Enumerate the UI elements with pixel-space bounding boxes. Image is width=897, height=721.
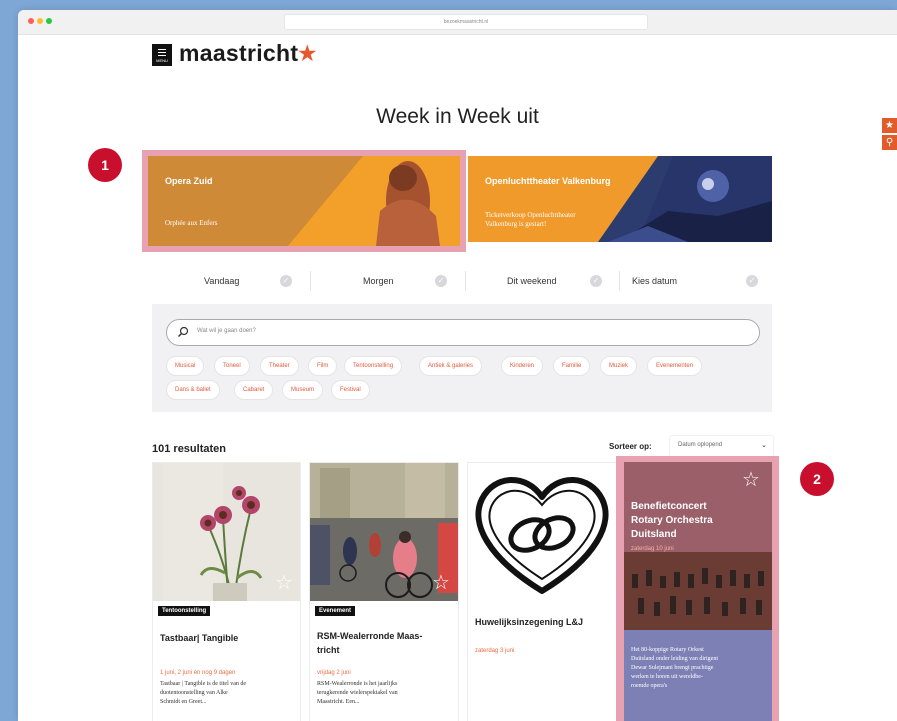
banner-subtitle-line2: Valkenburg is gestart! — [485, 220, 547, 228]
category-chip-theater[interactable]: Theater — [260, 356, 299, 376]
card-date: zaterdag 3 juni — [475, 648, 515, 654]
card-description-line2: Duitsland onder leiding van dirigent — [631, 656, 718, 662]
search-icon — [178, 326, 189, 337]
chevron-down-icon: ⌄ — [761, 442, 767, 449]
category-chip-museum[interactable]: Museum — [282, 380, 324, 400]
sort-value: Datum oplopend — [678, 442, 723, 448]
card-title-line2[interactable]: Rotary Orchestra — [631, 514, 713, 527]
banner-image — [148, 156, 460, 246]
browser-toolbar: bezoekmaastricht.nl — [18, 10, 897, 35]
sort-label: Sorteer op: — [609, 442, 652, 451]
annotation-badge-1: 1 — [88, 148, 122, 182]
site-logo[interactable]: maastricht — [179, 40, 298, 67]
maximize-window-button[interactable] — [46, 18, 52, 24]
logo-star-icon: ★ — [297, 40, 318, 66]
filter-tab-dit-weekend[interactable]: Dit weekend — [507, 276, 557, 286]
event-card[interactable]: Huwelijksinzegening L&J zaterdag 3 juni — [467, 462, 617, 721]
menu-button[interactable]: MENU — [152, 44, 172, 66]
banner-subtitle-line1: Ticketverkoop Openluchttheater — [485, 211, 576, 219]
card-description-line2: duotentoonstelling van Alke — [160, 690, 228, 696]
card-description-line3: Dewar Sulejmani brengt prachtige — [631, 665, 714, 671]
category-chip-cabaret[interactable]: Cabaret — [234, 380, 274, 400]
hamburger-icon — [158, 49, 166, 50]
category-chip-toneel[interactable]: Toneel — [214, 356, 250, 376]
card-title-line1[interactable]: RSM-Wealerronde Maas- — [317, 630, 422, 643]
category-chip-festival[interactable]: Festival — [331, 380, 370, 400]
card-category-badge: Tentoonstelling — [158, 606, 211, 616]
check-icon[interactable]: ✓ — [280, 275, 292, 287]
card-description-line5: roemde opera's — [631, 683, 668, 689]
sort-select[interactable]: Datum oplopend ⌄ — [669, 435, 774, 458]
divider — [310, 271, 311, 291]
card-title[interactable]: Tastbaar| Tangible — [160, 632, 238, 645]
category-chip-kinderen[interactable]: Kinderen — [501, 356, 544, 376]
banner-title: Opera Zuid — [165, 176, 213, 186]
card-description-line1: Tastbaar | Tangible is de titel van de — [160, 681, 247, 687]
card-image: ☆ — [153, 463, 300, 601]
card-date: zaterdag 10 juni — [631, 546, 674, 552]
event-card-featured[interactable]: ☆ Benefietconcert Rotary Orchestra Duits… — [624, 462, 772, 721]
divider — [619, 271, 620, 291]
card-category-badge: Evenement — [315, 606, 356, 616]
card-description-line2: terugkerende wielerspektakel van — [317, 690, 398, 696]
favorite-star-icon[interactable]: ☆ — [275, 573, 293, 593]
card-title[interactable]: Huwelijksinzegening L&J — [475, 616, 583, 629]
filter-tab-vandaag[interactable]: Vandaag — [204, 276, 239, 286]
card-image — [468, 463, 616, 601]
banner-image — [468, 156, 772, 242]
hamburger-icon-bar — [158, 52, 166, 53]
banner-title: Openluchttheater Valkenburg — [485, 176, 611, 186]
banner-openluchttheater[interactable]: Openluchttheater Valkenburg Ticketverkoo… — [468, 156, 772, 242]
divider — [465, 271, 466, 291]
results-count: 101 resultaten — [152, 443, 226, 455]
card-title-line3[interactable]: Duitsland — [631, 528, 677, 541]
card-date: 1 juni, 2 juni en nog 9 dagen — [160, 670, 236, 676]
annotation-badge-2: 2 — [800, 462, 834, 496]
card-image: ☆ — [310, 463, 458, 601]
hamburger-icon-bar — [158, 55, 166, 56]
category-chip-musical[interactable]: Musical — [166, 356, 205, 376]
banner-subtitle: Orphée aux Enfers — [165, 219, 218, 227]
category-chip-tentoonstelling[interactable]: Tentoonstelling — [344, 356, 403, 376]
card-description-line1: Het 80-koppige Rotary Orkest — [631, 647, 704, 653]
category-chip-familie[interactable]: Familie — [553, 356, 591, 376]
category-chip-film[interactable]: Film — [308, 356, 338, 376]
search-placeholder: Wat wil je gaan doen? — [197, 328, 256, 334]
card-description-line4: werken te horen uit wereldbe- — [631, 674, 703, 680]
search-input[interactable]: Wat wil je gaan doen? — [166, 319, 760, 346]
event-card[interactable]: ☆ Tentoonstelling Tastbaar| Tangible 1 j… — [152, 462, 301, 721]
minimize-window-button[interactable] — [37, 18, 43, 24]
favorite-star-icon[interactable]: ☆ — [432, 573, 450, 593]
category-chip-antiek-galeries[interactable]: Antiek & galeries — [419, 356, 483, 376]
favorite-star-icon[interactable]: ☆ — [742, 470, 760, 490]
menu-label: MENU — [156, 58, 168, 63]
search-icon: ⚲ — [885, 137, 894, 148]
card-description-line1: RSM-Wealerronde is het jaarlijks — [317, 681, 398, 687]
close-window-button[interactable] — [28, 18, 34, 24]
category-chip-muziek[interactable]: Muziek — [600, 356, 638, 376]
banner-opera-zuid[interactable]: Opera Zuid Orphée aux Enfers — [148, 156, 460, 246]
category-chip-dans-ballet[interactable]: Dans & ballet — [166, 380, 220, 400]
search-side-tab[interactable]: ⚲ — [882, 135, 897, 150]
browser-window: bezoekmaastricht.nl MENU maastricht ★ ★ … — [18, 10, 897, 721]
card-date: vrijdag 2 juni — [317, 670, 351, 676]
check-icon[interactable]: ✓ — [746, 275, 758, 287]
card-title-line1[interactable]: Benefietconcert — [631, 500, 707, 513]
card-description-line3: Schmidt en Greet... — [160, 699, 207, 705]
filter-tab-kies-datum[interactable]: Kies datum — [632, 276, 677, 286]
category-chip-evenementen[interactable]: Evenementen — [647, 356, 703, 376]
filter-tab-morgen[interactable]: Morgen — [363, 276, 394, 286]
heart-rings-illustration — [468, 463, 616, 601]
card-title-line2[interactable]: tricht — [317, 644, 340, 657]
address-bar[interactable]: bezoekmaastricht.nl — [284, 14, 648, 30]
event-card[interactable]: ☆ Evenement RSM-Wealerronde Maas- tricht… — [309, 462, 459, 721]
page-title: Week in Week uit — [376, 105, 539, 128]
check-icon[interactable]: ✓ — [590, 275, 602, 287]
card-description-line3: Maastricht. Een... — [317, 699, 360, 705]
check-icon[interactable]: ✓ — [435, 275, 447, 287]
